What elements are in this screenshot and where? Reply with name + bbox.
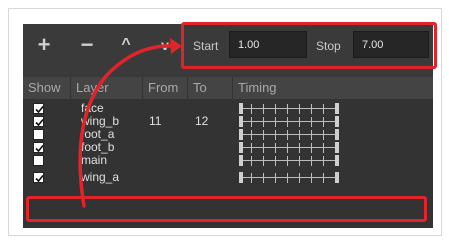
arrow-head-icon: [170, 38, 182, 54]
move-arrow: [78, 38, 182, 208]
